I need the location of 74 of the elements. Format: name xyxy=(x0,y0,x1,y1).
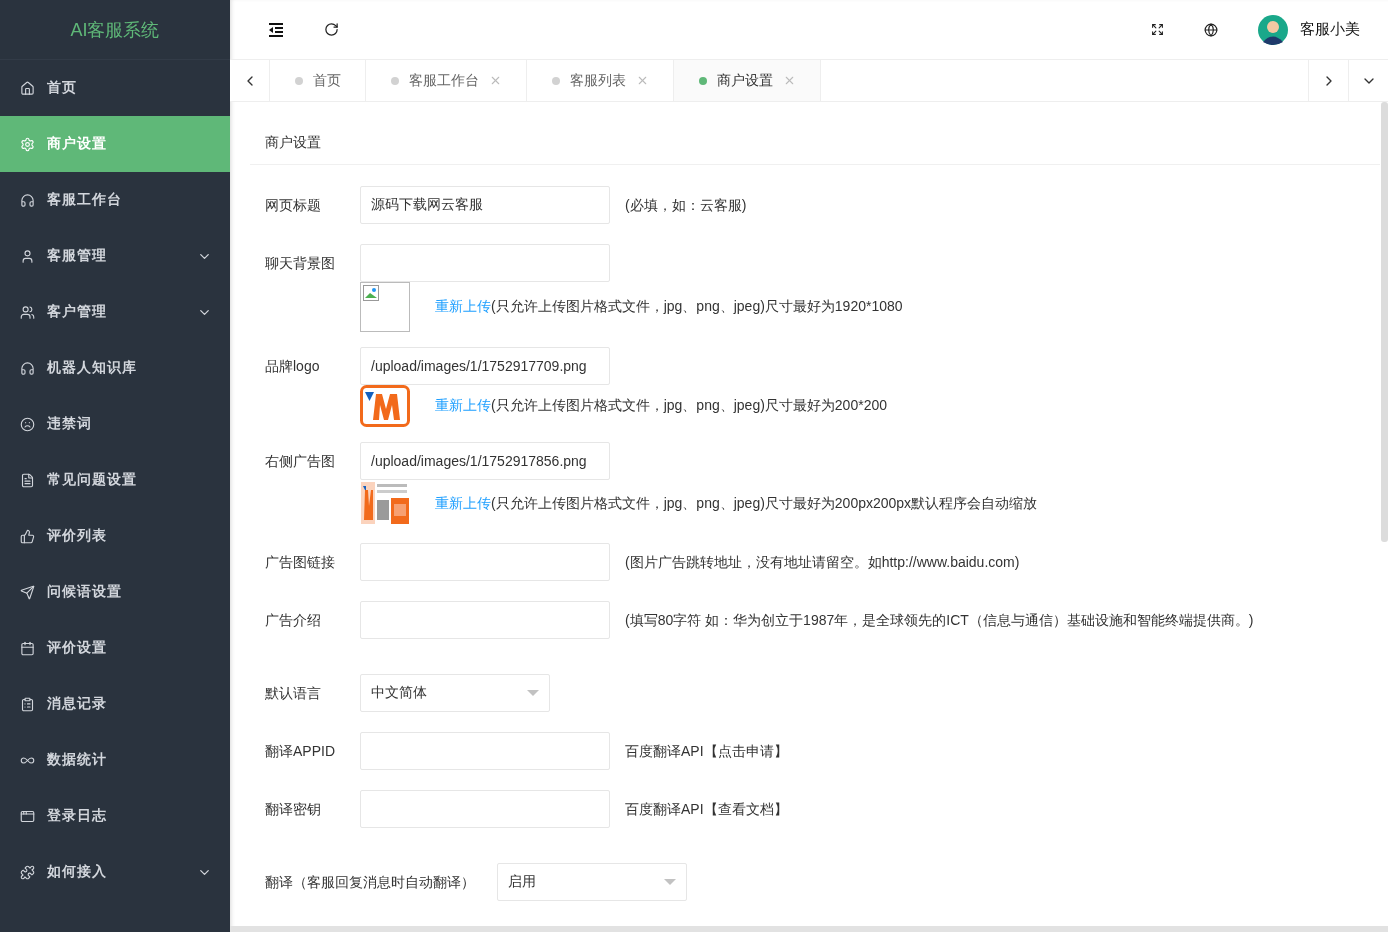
thumbs-up-icon xyxy=(20,528,35,544)
calendar-icon xyxy=(20,640,35,656)
puzzle-icon xyxy=(20,864,35,880)
sidebar-item[interactable]: 违禁词 xyxy=(0,396,230,452)
select-field[interactable]: 中文简体 xyxy=(360,674,550,712)
sidebar-item[interactable]: 评价设置 xyxy=(0,620,230,676)
sidebar-item[interactable]: 登录日志 xyxy=(0,788,230,844)
document-icon xyxy=(20,472,35,488)
sidebar-item[interactable]: 消息记录 xyxy=(0,676,230,732)
input-field[interactable] xyxy=(360,790,610,828)
headset-icon xyxy=(20,192,35,208)
section-title: 商户设置 xyxy=(265,134,321,152)
menu-fold-button[interactable] xyxy=(268,22,284,37)
select-field[interactable]: 启用 xyxy=(497,863,687,901)
language-button[interactable] xyxy=(1204,22,1218,37)
input-field[interactable] xyxy=(360,244,610,282)
field-label: 右侧广告图 xyxy=(265,452,336,471)
avatar-icon xyxy=(1258,14,1288,45)
send-icon xyxy=(20,584,35,600)
upload-note: 重新上传(只允许上传图片格式文件，jpg、png、jpeg)尺寸最好为200*200 xyxy=(435,397,887,415)
users-icon xyxy=(20,304,35,320)
field-hint: 百度翻译API【查看文档】 xyxy=(625,800,788,819)
upload-note: 重新上传(只允许上传图片格式文件，jpg、png、jpeg)尺寸最好为1920*1080 xyxy=(435,298,903,316)
app-title: AI客服系统 xyxy=(0,0,230,60)
input-field[interactable]: 源码下载网云客服 xyxy=(360,186,610,224)
sidebar-item[interactable]: 问候语设置 xyxy=(0,564,230,620)
field-label: 网页标题 xyxy=(265,196,322,215)
user-name: 客服小美 xyxy=(1300,20,1360,39)
sidebar-item[interactable]: 如何接入 xyxy=(0,844,230,900)
headset-icon xyxy=(20,360,35,376)
caret-icon xyxy=(527,690,539,696)
sidebar-item[interactable]: 评价列表 xyxy=(0,508,230,564)
close-icon[interactable] xyxy=(783,74,796,87)
close-icon[interactable] xyxy=(489,74,502,87)
caret-icon xyxy=(664,879,676,885)
sidebar-item[interactable]: 客服工作台 xyxy=(0,172,230,228)
input-field[interactable] xyxy=(360,732,610,770)
user-icon xyxy=(20,248,35,264)
clipboard-icon xyxy=(20,696,35,712)
field-hint: (必填，如：云客服) xyxy=(625,196,747,215)
home-icon xyxy=(20,80,35,96)
field-label: 翻译密钥 xyxy=(265,800,322,819)
sidebar-item[interactable]: 机器人知识库 xyxy=(0,340,230,396)
sidebar-item[interactable]: 常见问题设置 xyxy=(0,452,230,508)
field-label: 默认语言 xyxy=(265,684,322,703)
input-field[interactable]: /upload/images/1/1752917856.png xyxy=(360,442,610,480)
fullscreen-button[interactable] xyxy=(1151,23,1164,36)
sidebar-item[interactable]: 客户管理 xyxy=(0,284,230,340)
field-hint: (图片广告跳转地址，没有地址请留空。如http://www.baidu.com) xyxy=(625,553,1020,572)
sidebar-item[interactable]: 首页 xyxy=(0,60,230,116)
scrollbar[interactable] xyxy=(1381,102,1388,542)
field-label: 品牌logo xyxy=(265,357,321,376)
input-field[interactable] xyxy=(360,543,610,581)
close-icon[interactable] xyxy=(636,74,649,87)
field-hint: 百度翻译API【点击申请】 xyxy=(625,742,788,761)
input-field[interactable]: /upload/images/1/1752917709.png xyxy=(360,347,610,385)
broken-image-icon xyxy=(360,282,410,332)
field-label: 广告介绍 xyxy=(265,611,322,630)
field-label: 翻译（客服回复消息时自动翻译） xyxy=(265,873,476,892)
field-label: 广告图链接 xyxy=(265,553,336,572)
sidebar-item[interactable]: 数据统计 xyxy=(0,732,230,788)
field-label: 聊天背景图 xyxy=(265,254,336,273)
upload-note: 重新上传(只允许上传图片格式文件，jpg、png、jpeg)尺寸最好为200px200px默认程序会自动缩放 xyxy=(435,495,1038,513)
settings-icon xyxy=(20,136,35,152)
scrollbar[interactable] xyxy=(230,926,1388,932)
page-tab[interactable]: 商户设置 xyxy=(674,60,821,101)
window-icon xyxy=(20,808,35,824)
sidebar-item[interactable]: 客服管理 xyxy=(0,228,230,284)
tabs-left-button[interactable] xyxy=(230,60,270,101)
frown-icon xyxy=(20,416,35,432)
refresh-button[interactable] xyxy=(324,22,339,37)
input-field[interactable] xyxy=(360,601,610,639)
field-hint: (填写80字符 如：华为创立于1987年，是全球领先的ICT（信息与通信）基础设施和智能终端提供商。) xyxy=(625,611,1254,630)
field-label: 翻译APPID xyxy=(265,742,336,761)
